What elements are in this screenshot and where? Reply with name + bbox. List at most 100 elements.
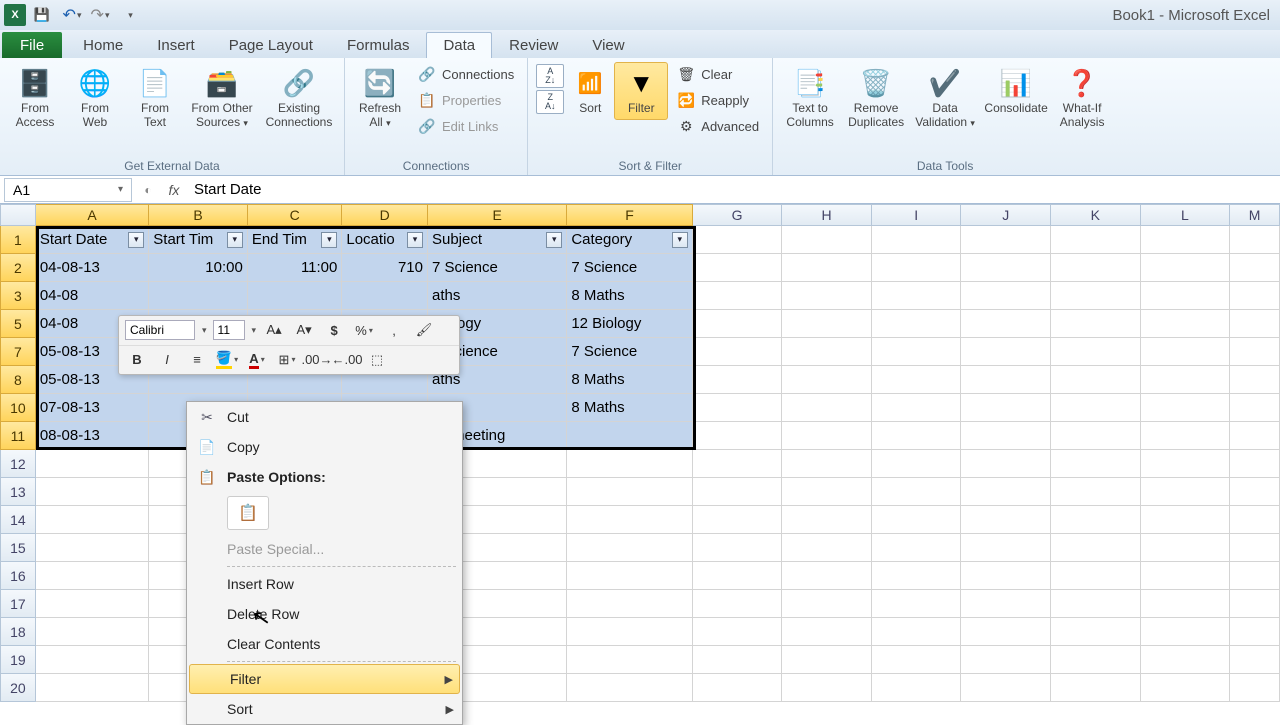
- cell[interactable]: [782, 562, 872, 590]
- cell[interactable]: [693, 366, 783, 394]
- advanced-filter-button[interactable]: ⚙Advanced: [670, 114, 766, 138]
- cell[interactable]: [693, 226, 783, 254]
- cell[interactable]: 7 Science: [567, 338, 692, 366]
- cell[interactable]: 10:00: [149, 254, 248, 282]
- edit-links-button[interactable]: 🔗Edit Links: [411, 114, 521, 138]
- row-header[interactable]: 20: [0, 674, 36, 702]
- cell[interactable]: [1051, 422, 1141, 450]
- increase-decimal-button[interactable]: .00→: [305, 349, 329, 371]
- center-align-button[interactable]: ≡: [185, 349, 209, 371]
- cell[interactable]: [1230, 254, 1280, 282]
- row-header[interactable]: 1: [0, 226, 36, 254]
- cell[interactable]: [872, 394, 962, 422]
- cell[interactable]: [693, 646, 783, 674]
- cell[interactable]: [693, 310, 783, 338]
- cell[interactable]: [567, 534, 692, 562]
- filter-dropdown-button[interactable]: ▾: [227, 232, 243, 248]
- col-header-L[interactable]: L: [1141, 204, 1231, 226]
- what-if-button[interactable]: ❓What-If Analysis: [1053, 62, 1111, 134]
- cell[interactable]: [693, 254, 783, 282]
- cell[interactable]: [961, 254, 1051, 282]
- save-button[interactable]: 💾: [28, 3, 56, 27]
- cell[interactable]: [693, 590, 783, 618]
- from-web-button[interactable]: 🌐From Web: [66, 62, 124, 134]
- cell[interactable]: [1230, 450, 1280, 478]
- col-header-K[interactable]: K: [1051, 204, 1141, 226]
- cell[interactable]: [1230, 226, 1280, 254]
- cell[interactable]: [961, 590, 1051, 618]
- row-header[interactable]: 16: [0, 562, 36, 590]
- cell[interactable]: [961, 282, 1051, 310]
- cell[interactable]: [872, 366, 962, 394]
- cell[interactable]: 04-08: [36, 282, 149, 310]
- cell[interactable]: [36, 590, 149, 618]
- cell[interactable]: [693, 394, 783, 422]
- cell[interactable]: [1230, 338, 1280, 366]
- cell[interactable]: [961, 310, 1051, 338]
- cell[interactable]: [1141, 618, 1231, 646]
- cell[interactable]: [1051, 506, 1141, 534]
- cell[interactable]: [872, 338, 962, 366]
- name-box-dropdown-icon[interactable]: ▾: [118, 184, 123, 195]
- cell[interactable]: [1141, 394, 1231, 422]
- col-header-G[interactable]: G: [693, 204, 783, 226]
- cell[interactable]: [1051, 562, 1141, 590]
- bold-button[interactable]: B: [125, 349, 149, 371]
- cell[interactable]: [782, 310, 872, 338]
- cell[interactable]: [872, 422, 962, 450]
- menu-cut[interactable]: ✂Cut: [187, 402, 462, 432]
- qat-customize-button[interactable]: ▾: [116, 3, 144, 27]
- row-header[interactable]: 14: [0, 506, 36, 534]
- cell[interactable]: [36, 478, 149, 506]
- col-header-M[interactable]: M: [1230, 204, 1280, 226]
- row-header[interactable]: 12: [0, 450, 36, 478]
- cell[interactable]: End Tim▾: [248, 226, 343, 254]
- cell[interactable]: [1230, 310, 1280, 338]
- cell[interactable]: [1230, 478, 1280, 506]
- menu-filter[interactable]: Filter▶: [189, 664, 460, 694]
- col-header-A[interactable]: A: [36, 204, 149, 226]
- cell[interactable]: [693, 478, 783, 506]
- cell[interactable]: [567, 562, 692, 590]
- cell[interactable]: 07-08-13: [36, 394, 149, 422]
- cell[interactable]: [1051, 254, 1141, 282]
- menu-clear-contents[interactable]: Clear Contents: [187, 629, 462, 659]
- from-other-sources-button[interactable]: 🗃️From Other Sources ▾: [186, 62, 258, 134]
- select-all-corner[interactable]: [0, 204, 36, 226]
- cell[interactable]: [693, 506, 783, 534]
- row-header[interactable]: 7: [0, 338, 36, 366]
- filter-dropdown-button[interactable]: ▾: [128, 232, 144, 248]
- cell[interactable]: [872, 282, 962, 310]
- cell[interactable]: [1230, 674, 1280, 702]
- cell[interactable]: [567, 422, 692, 450]
- cell[interactable]: [1141, 310, 1231, 338]
- cell[interactable]: [36, 450, 149, 478]
- remove-duplicates-button[interactable]: 🗑️Remove Duplicates: [843, 62, 909, 134]
- cell[interactable]: [961, 646, 1051, 674]
- cell[interactable]: [961, 534, 1051, 562]
- cell[interactable]: [1141, 674, 1231, 702]
- cell[interactable]: [1051, 646, 1141, 674]
- fx-icon[interactable]: fx: [160, 182, 188, 198]
- cell[interactable]: [1230, 534, 1280, 562]
- borders-button[interactable]: ⊞: [275, 349, 299, 371]
- cell[interactable]: [872, 618, 962, 646]
- cell[interactable]: [961, 338, 1051, 366]
- cell[interactable]: [782, 254, 872, 282]
- cell[interactable]: [1141, 450, 1231, 478]
- cell[interactable]: 8 Maths: [567, 366, 692, 394]
- cell[interactable]: [782, 478, 872, 506]
- menu-delete-row[interactable]: Delete Row: [187, 599, 462, 629]
- col-header-F[interactable]: F: [567, 204, 692, 226]
- cell[interactable]: [1141, 590, 1231, 618]
- text-to-columns-button[interactable]: 📑Text to Columns: [779, 62, 841, 134]
- cell[interactable]: [1230, 422, 1280, 450]
- cell[interactable]: [1051, 338, 1141, 366]
- cell[interactable]: [1141, 422, 1231, 450]
- paste-option-button[interactable]: 📋: [227, 496, 269, 530]
- cell[interactable]: [1051, 450, 1141, 478]
- cell[interactable]: 710: [342, 254, 428, 282]
- cell[interactable]: [1051, 310, 1141, 338]
- comma-button[interactable]: ,: [382, 319, 406, 341]
- cell[interactable]: [1051, 590, 1141, 618]
